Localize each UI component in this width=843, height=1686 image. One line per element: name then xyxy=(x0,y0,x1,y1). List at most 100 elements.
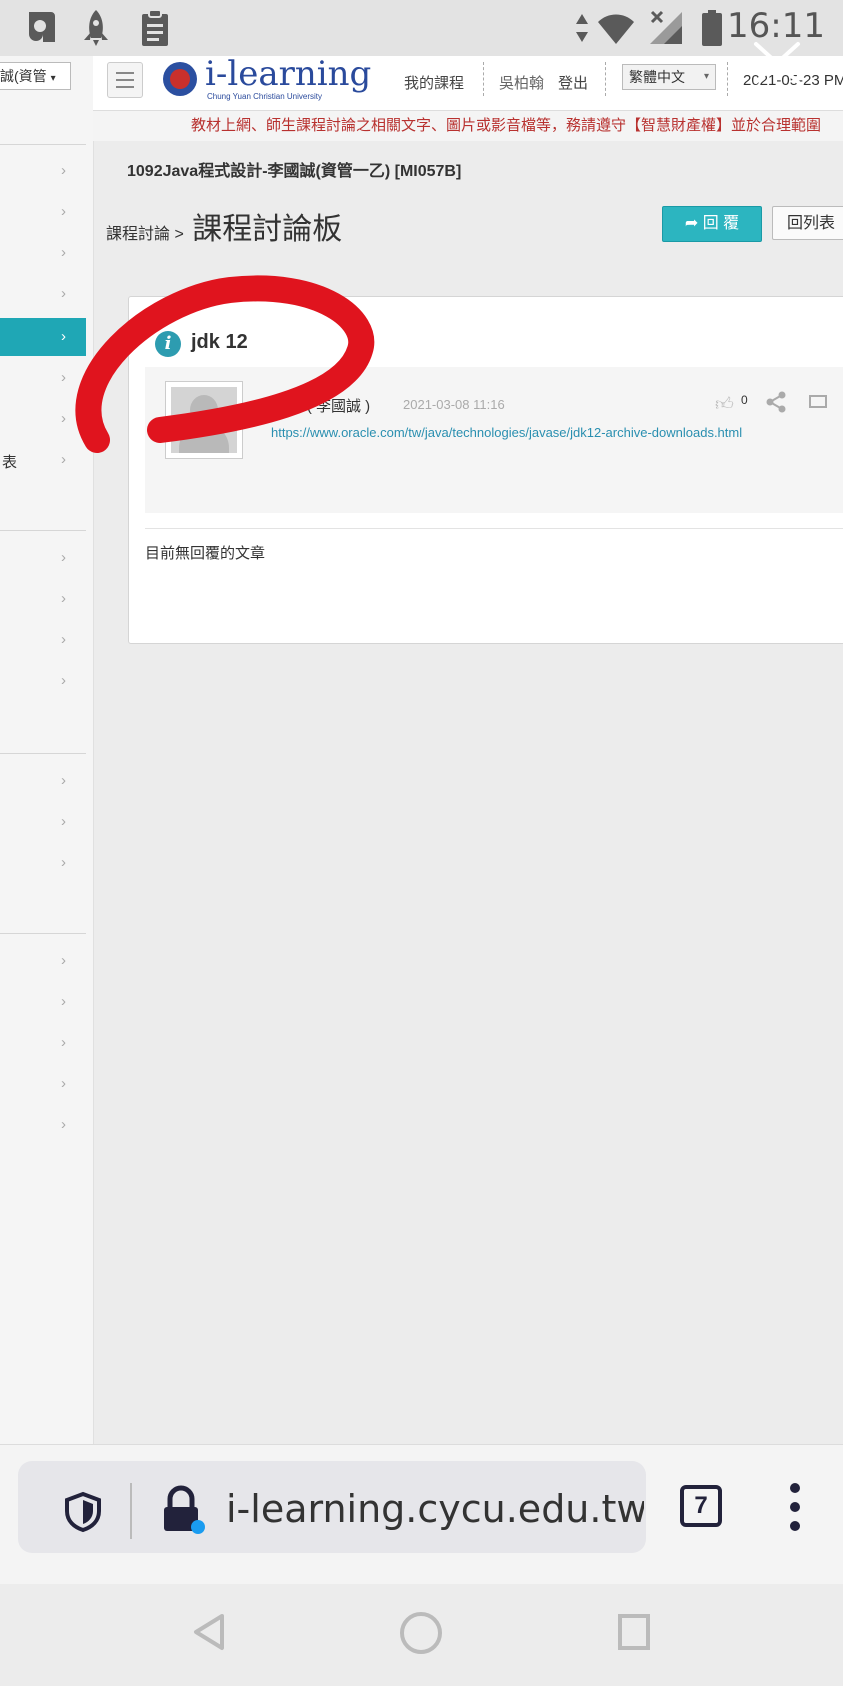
web-content: 誠(資管 ▾ › › › › › › › 表 › › › › › › › › › … xyxy=(0,56,843,1444)
sidebar-item[interactable]: › xyxy=(0,762,86,800)
sidebar-item[interactable]: 表 › xyxy=(0,441,86,479)
sidebar: 誠(資管 ▾ › › › › › › › 表 › › › › › › › › › … xyxy=(0,56,94,1444)
back-to-list-button[interactable]: 回列表 xyxy=(772,206,843,240)
sidebar-item[interactable]: › xyxy=(0,942,86,980)
battery-icon xyxy=(702,10,722,46)
logo-subtitle: Chung Yuan Christian University xyxy=(207,92,323,101)
tab-switcher-button[interactable]: 7 xyxy=(680,1485,722,1527)
recent-apps-icon[interactable] xyxy=(616,1612,652,1652)
sidebar-item[interactable]: › xyxy=(0,275,86,313)
sidebar-item[interactable]: › xyxy=(0,803,86,841)
chevron-down-icon: ▾ xyxy=(50,73,56,84)
clipboard-icon xyxy=(142,9,168,46)
sidebar-item[interactable]: › xyxy=(0,580,86,618)
sidebar-divider xyxy=(0,933,86,934)
chevron-right-icon: › xyxy=(61,1034,66,1051)
chevron-right-icon: › xyxy=(61,549,66,566)
sidebar-item[interactable]: › xyxy=(0,1106,86,1144)
post-link[interactable]: https://www.oracle.com/tw/java/technolog… xyxy=(271,425,742,440)
sidebar-item-discussion[interactable]: › xyxy=(0,318,86,356)
copyright-notice: 教材上網、師生課程討論之相關文字、圖片或影音檔等，務請遵守【智慧財產權】並於合理… xyxy=(93,111,843,141)
chevron-right-icon: › xyxy=(61,993,66,1010)
chevron-right-icon: › xyxy=(61,1075,66,1092)
info-icon: i xyxy=(155,331,181,357)
sidebar-item[interactable]: › xyxy=(0,359,86,397)
user-name-link[interactable]: 吳柏翰 xyxy=(499,72,544,93)
app-icon xyxy=(29,12,55,42)
chevron-down-icon: ▾ xyxy=(703,71,709,82)
logout-link[interactable]: 登出 xyxy=(558,72,588,93)
post-card: i jdk 12 …04 ( 李國誠 ) 2021-03-08 11:16 ht… xyxy=(128,296,843,644)
url-text[interactable]: i-learning.cycu.edu.tw/learn xyxy=(226,1487,644,1531)
sidebar-item[interactable]: › xyxy=(0,152,86,190)
chevron-right-icon: › xyxy=(61,451,66,468)
more-menu-icon[interactable] xyxy=(790,1483,800,1531)
sidebar-item[interactable]: › xyxy=(0,539,86,577)
breadcrumb-parent[interactable]: 課程討論 > xyxy=(106,226,184,243)
breadcrumb: 課程討論 > 課程討論板 xyxy=(106,204,342,248)
post-title: jdk 12 xyxy=(191,331,248,353)
chevron-right-icon: › xyxy=(61,952,66,969)
my-courses-link[interactable]: 我的課程 xyxy=(404,72,464,93)
chevron-right-icon: › xyxy=(61,854,66,871)
sidebar-item[interactable]: › xyxy=(0,844,86,882)
chevron-right-icon: › xyxy=(61,772,66,789)
user-select[interactable]: 誠(資管 ▾ xyxy=(0,62,71,90)
phone-screen: 16:11 誠(資管 ▾ › › › › › › › 表 › › › › › › … xyxy=(0,0,843,1686)
mail-icon[interactable] xyxy=(809,395,827,408)
post-author[interactable]: …04 ( 李國誠 ) xyxy=(271,395,370,416)
data-arrows-icon xyxy=(576,14,588,42)
chevron-right-icon: › xyxy=(61,203,66,220)
header-divider xyxy=(605,62,606,96)
chevron-right-icon: › xyxy=(61,285,66,302)
sidebar-item[interactable]: › xyxy=(0,621,86,659)
navigation-bar xyxy=(0,1584,843,1686)
sidebar-divider xyxy=(0,530,86,531)
wifi-icon xyxy=(598,14,634,44)
hamburger-menu-button[interactable] xyxy=(107,62,143,98)
language-select[interactable]: 繁體中文 ▾ xyxy=(622,64,716,90)
chevron-right-icon: › xyxy=(61,244,66,261)
course-title: 1092Java程式設計-李國誠(資管一乙) [MI057B] xyxy=(127,163,462,180)
reply-arrow-icon: ➦ xyxy=(684,215,699,232)
post-body: …04 ( 李國誠 ) 2021-03-08 11:16 https://www… xyxy=(145,367,843,513)
chevron-right-icon: › xyxy=(61,162,66,179)
sidebar-item[interactable]: › xyxy=(0,662,86,700)
site-header: i-learning Chung Yuan Christian Universi… xyxy=(93,56,843,111)
sidebar-item[interactable]: › xyxy=(0,400,86,438)
avatar[interactable] xyxy=(165,381,243,459)
like-count: 0 xyxy=(741,393,748,407)
share-icon[interactable] xyxy=(765,391,787,413)
post-date: 2021-03-08 11:16 xyxy=(403,397,505,412)
chevron-right-icon: › xyxy=(61,590,66,607)
thumbs-up-icon[interactable]: 👍︎ xyxy=(715,393,734,415)
divider xyxy=(145,528,843,529)
sidebar-item[interactable]: › xyxy=(0,983,86,1021)
reply-button[interactable]: ➦ 回 覆 xyxy=(662,206,762,242)
signal-icon xyxy=(650,10,682,44)
chevron-right-icon: › xyxy=(61,1116,66,1133)
chevron-right-icon: › xyxy=(61,631,66,648)
sidebar-item[interactable]: › xyxy=(0,234,86,272)
lock-icon[interactable] xyxy=(160,1485,206,1535)
university-seal-logo xyxy=(163,62,197,96)
close-icon[interactable] xyxy=(752,40,802,86)
chevron-right-icon: › xyxy=(61,410,66,427)
home-icon[interactable] xyxy=(398,1610,444,1656)
back-icon[interactable] xyxy=(192,1612,226,1652)
address-bar[interactable]: i-learning.cycu.edu.tw/learn xyxy=(18,1461,646,1553)
chevron-right-icon: › xyxy=(61,672,66,689)
browser-toolbar: i-learning.cycu.edu.tw/learn 7 xyxy=(0,1444,843,1585)
sidebar-item[interactable]: › xyxy=(0,1024,86,1062)
page-title: 課程討論板 xyxy=(192,213,343,246)
chevron-right-icon: › xyxy=(61,328,66,345)
site-logo[interactable]: i-learning xyxy=(205,56,371,94)
status-bar: 16:11 xyxy=(0,0,843,56)
rocket-icon xyxy=(84,10,108,46)
sidebar-item[interactable]: › xyxy=(0,1065,86,1103)
header-divider xyxy=(483,62,484,96)
shield-icon[interactable] xyxy=(62,1491,104,1533)
address-bar-divider xyxy=(130,1483,132,1539)
chevron-right-icon: › xyxy=(61,369,66,386)
sidebar-item[interactable]: › xyxy=(0,193,86,231)
